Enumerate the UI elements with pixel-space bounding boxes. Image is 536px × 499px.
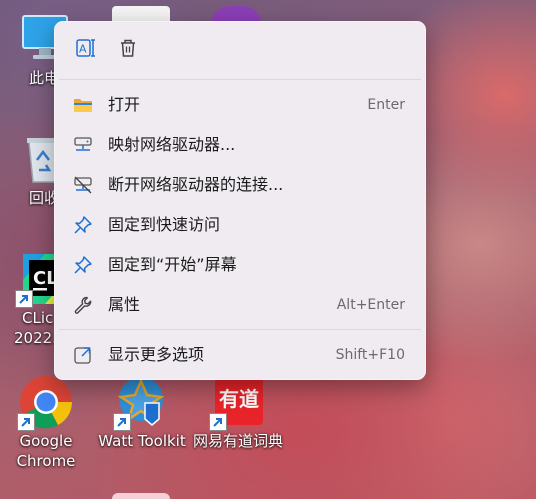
pin-icon — [73, 255, 93, 275]
folder-icon — [73, 95, 93, 115]
menu-item-label: 属性 — [108, 295, 141, 314]
menu-item-pin-quick-access[interactable]: 固定到快速访问 — [54, 205, 426, 245]
more-options-icon — [73, 345, 93, 365]
shortcut-arrow-icon — [113, 413, 131, 431]
menu-item-label: 固定到“开始”屏幕 — [108, 255, 237, 274]
context-menu: A 打开 Enter 映射网络驱动器... 断开网络驱动器的连接... 固定到快… — [54, 21, 426, 380]
disconnect-network-drive-icon — [73, 175, 93, 195]
desktop-icon-label: Chrome — [16, 452, 76, 470]
desktop-icon-youdao[interactable]: 有道 网易有道词典 — [190, 373, 286, 451]
map-network-drive-icon — [73, 135, 93, 155]
menu-item-pin-start[interactable]: 固定到“开始”屏幕 — [54, 245, 426, 285]
menu-item-shortcut: Enter — [367, 97, 405, 113]
menu-item-label: 固定到快速访问 — [108, 215, 221, 234]
desktop-icon-label: Google — [19, 432, 73, 450]
menu-item-shortcut: Alt+Enter — [336, 297, 405, 313]
context-menu-top-actions: A — [54, 21, 426, 79]
shortcut-arrow-icon — [17, 413, 35, 431]
menu-item-label: 映射网络驱动器... — [108, 135, 236, 154]
desktop-icon-label: 网易有道词典 — [192, 432, 283, 450]
pin-icon — [73, 215, 93, 235]
menu-item-shortcut: Shift+F10 — [335, 347, 405, 363]
rename-button[interactable]: A — [70, 34, 102, 66]
partial-desktop-icon — [112, 493, 170, 499]
svg-text:A: A — [79, 43, 87, 56]
chrome-icon — [17, 373, 75, 431]
menu-item-map-network-drive[interactable]: 映射网络驱动器... — [54, 125, 426, 165]
delete-button[interactable] — [112, 34, 144, 66]
menu-item-open[interactable]: 打开 Enter — [54, 85, 426, 125]
youdao-icon: 有道 — [209, 373, 267, 431]
delete-icon — [117, 37, 139, 63]
menu-item-label: 打开 — [108, 95, 141, 114]
menu-item-show-more-options[interactable]: 显示更多选项 Shift+F10 — [54, 335, 426, 375]
desktop-icon-label: Watt Toolkit — [98, 432, 186, 450]
menu-item-label: 断开网络驱动器的连接... — [108, 175, 284, 194]
desktop-icon-chrome[interactable]: Google Chrome — [0, 373, 94, 471]
shortcut-arrow-icon — [15, 290, 33, 308]
desktop-icon-watt-toolkit[interactable]: Watt Toolkit — [94, 373, 190, 451]
menu-item-disconnect-network-drive[interactable]: 断开网络驱动器的连接... — [54, 165, 426, 205]
watt-toolkit-icon — [113, 373, 171, 431]
rename-icon: A — [75, 37, 97, 63]
youdao-badge-text: 有道 — [219, 387, 259, 411]
wrench-icon — [73, 295, 93, 315]
shortcut-arrow-icon — [209, 413, 227, 431]
menu-item-label: 显示更多选项 — [108, 345, 205, 364]
menu-item-properties[interactable]: 属性 Alt+Enter — [54, 285, 426, 325]
